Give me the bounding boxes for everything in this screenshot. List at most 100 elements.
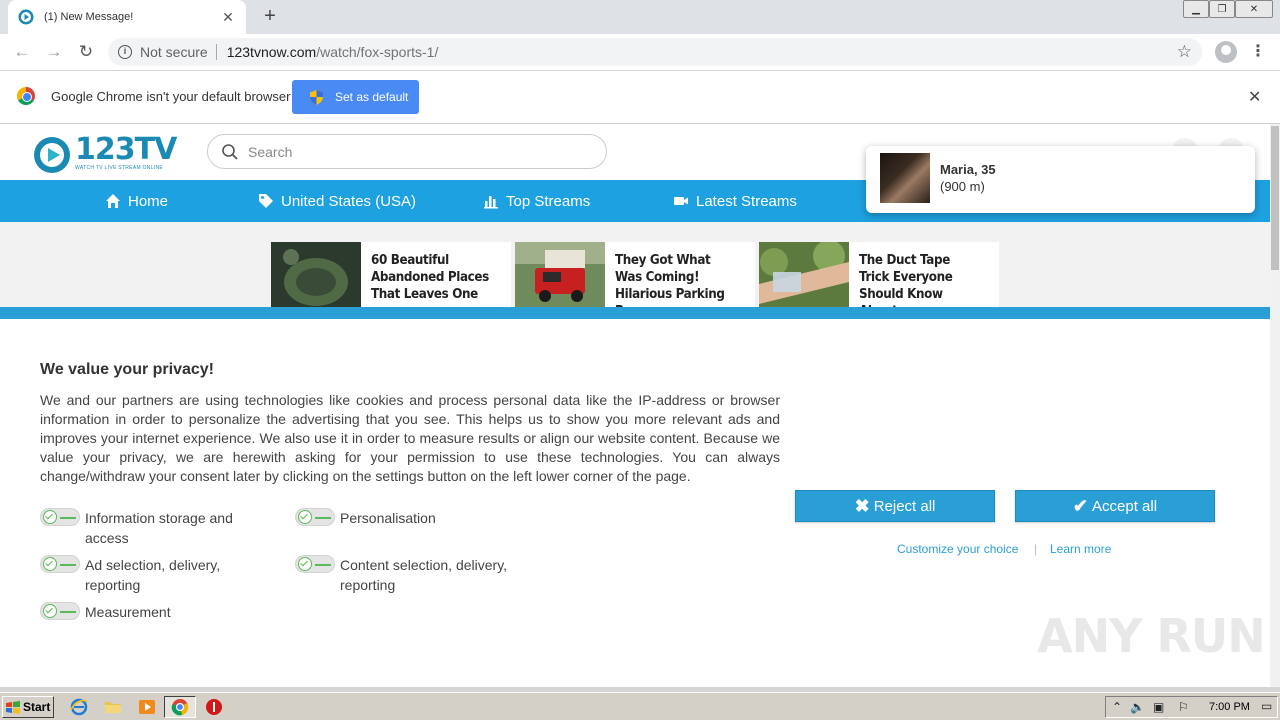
ad-thumbnail-image [271, 242, 361, 308]
url-path: /watch/fox-sports-1/ [316, 44, 439, 60]
media-player-icon[interactable] [138, 698, 156, 716]
tab-close-icon[interactable]: ✕ [220, 9, 236, 26]
message-notification-popup[interactable]: Maria, 35 (900 m) [866, 146, 1255, 213]
accept-all-label: Accept all [1092, 497, 1158, 515]
site-logo[interactable]: 123TV WATCH TV LIVE STREAM ONLINE [33, 132, 177, 174]
not-secure-label: Not secure [140, 44, 208, 60]
purpose-label: Ad selection, delivery, reporting [85, 557, 221, 593]
file-explorer-icon[interactable] [104, 698, 122, 716]
notification-distance: (900 m) [940, 179, 985, 194]
chrome-taskbar-icon[interactable] [171, 698, 189, 716]
logo-play-icon [34, 137, 70, 173]
stop-sign-icon[interactable] [205, 698, 223, 716]
check-icon [43, 557, 57, 571]
anyrun-watermark: ANY RUN [1037, 609, 1266, 663]
nav-latest-streams-label: Latest Streams [696, 192, 797, 210]
info-icon[interactable]: i [118, 45, 132, 59]
purpose-label: Information storage and access [85, 510, 233, 546]
new-tab-icon[interactable]: + [258, 6, 282, 28]
nav-latest-streams[interactable]: Latest Streams [673, 180, 797, 222]
network-icon[interactable]: ▣ [1153, 700, 1164, 714]
check-icon [298, 510, 312, 524]
notification-name: Maria, 35 [940, 162, 996, 177]
consent-title: We value your privacy! [40, 361, 214, 378]
site-search-box[interactable] [207, 134, 607, 169]
back-icon[interactable]: ← [10, 40, 34, 64]
purpose-toggle[interactable] [40, 602, 80, 620]
chrome-logo-icon [17, 87, 35, 105]
windows-taskbar: Start ⌃ 🔈 ▣ ⚐ 7:00 PM ▭ [0, 692, 1280, 720]
purpose-personalisation: Personalisation [295, 508, 515, 528]
system-tray: ⌃ 🔈 ▣ ⚐ 7:00 PM ▭ [1105, 696, 1278, 718]
learn-more-link[interactable]: Learn more [1050, 542, 1111, 556]
nav-united-states-label: United States (USA) [281, 192, 417, 210]
volume-icon[interactable]: 🔈 [1130, 700, 1145, 714]
ad-title: They Got What Was Coming! Hilarious Park… [615, 253, 725, 308]
ad-card[interactable]: The Duct Tape Trick Everyone Should Know… [759, 242, 999, 308]
nav-united-states[interactable]: United States (USA) [258, 180, 416, 222]
ad-card[interactable]: 60 Beautiful Abandoned Places That Leave… [271, 242, 511, 308]
bookmark-star-icon[interactable]: ☆ [1177, 42, 1192, 62]
scrollbar-thumb[interactable] [1271, 126, 1279, 270]
ad-title: 60 Beautiful Abandoned Places That Leave… [371, 253, 489, 302]
purpose-measurement: Measurement [40, 602, 260, 622]
infobar-message: Google Chrome isn't your default browser [51, 89, 291, 104]
start-label: Start [23, 700, 51, 714]
browser-toolbar: ← → ↻ i Not secure 123tvnow.com/watch/fo… [0, 34, 1280, 71]
reject-all-button[interactable]: ✖ Reject all [795, 490, 995, 522]
purpose-toggle[interactable] [295, 508, 335, 526]
start-button[interactable]: Start [2, 696, 54, 718]
ad-title: The Duct Tape Trick Everyone Should Know… [859, 253, 953, 308]
nav-home-label: Home [128, 192, 169, 210]
bar-chart-icon [484, 196, 498, 209]
show-desktop-icon[interactable]: ▭ [1261, 699, 1272, 713]
customize-choice-link[interactable]: Customize your choice [897, 542, 1018, 556]
purpose-toggle[interactable] [295, 555, 335, 573]
tray-expand-icon[interactable]: ⌃ [1112, 700, 1122, 714]
purpose-label: Content selection, delivery, reporting [340, 557, 508, 593]
privacy-consent-dialog: We value your privacy! We and our partne… [0, 319, 1270, 687]
nav-top-streams[interactable]: Top Streams [483, 180, 590, 222]
restore-icon[interactable]: ❐ [1209, 0, 1235, 18]
home-icon [106, 194, 120, 208]
omnibox-separator [215, 44, 217, 60]
consent-body-text: We and our partners are using technologi… [40, 392, 780, 484]
browser-tab[interactable]: (1) New Message! ✕ [8, 0, 246, 34]
ad-card[interactable]: They Got What Was Coming! Hilarious Park… [515, 242, 755, 308]
chrome-menu-icon[interactable]: ⋮ [1250, 41, 1266, 63]
tab-strip: (1) New Message! ✕ + ▁ ❐ ✕ [0, 0, 1280, 34]
purpose-information-storage: Information storage and access [40, 508, 260, 548]
site-favicon-icon [18, 9, 34, 25]
check-icon [298, 557, 312, 571]
action-center-flag-icon[interactable]: ⚐ [1178, 700, 1189, 714]
profile-avatar-icon[interactable] [1215, 41, 1237, 63]
ad-thumbnail-image [759, 242, 849, 308]
purpose-toggle[interactable] [40, 508, 80, 526]
reload-icon[interactable]: ↻ [74, 40, 98, 64]
set-as-default-label: Set as default [335, 90, 409, 104]
forward-icon[interactable]: → [42, 40, 66, 64]
minimize-icon[interactable]: ▁ [1183, 0, 1209, 18]
address-bar[interactable]: i Not secure 123tvnow.com/watch/fox-spor… [108, 38, 1202, 66]
purpose-label: Measurement [85, 604, 171, 620]
notification-photo [880, 153, 930, 203]
video-camera-icon [674, 197, 688, 205]
accept-all-button[interactable]: ✔ Accept all [1015, 490, 1215, 522]
window-close-icon[interactable]: ✕ [1235, 0, 1273, 18]
url-host: 123tvnow.com [226, 44, 317, 60]
infobar-close-icon[interactable]: ✕ [1248, 87, 1261, 107]
page-scrollbar[interactable] [1270, 124, 1280, 687]
purpose-toggle[interactable] [40, 555, 80, 573]
purpose-label: Personalisation [340, 510, 436, 526]
ad-thumbnail-image [515, 242, 605, 308]
internet-explorer-icon[interactable] [70, 698, 88, 716]
nav-top-streams-label: Top Streams [506, 192, 591, 210]
consent-header-bar [0, 307, 1270, 319]
logo-subtitle: WATCH TV LIVE STREAM ONLINE [75, 165, 164, 171]
tab-title: (1) New Message! [44, 11, 134, 23]
uac-shield-icon [310, 89, 323, 105]
nav-home[interactable]: Home [105, 180, 168, 222]
search-input[interactable] [248, 143, 588, 160]
set-as-default-button[interactable]: Set as default [292, 80, 419, 114]
windows-flag-icon [6, 700, 20, 714]
